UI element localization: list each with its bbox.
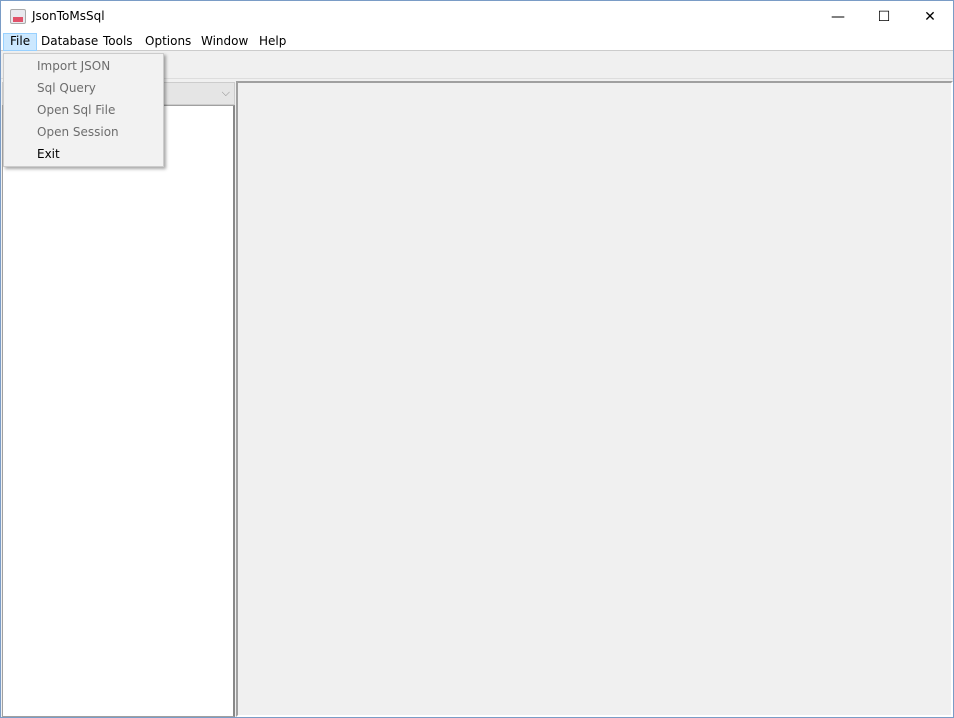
menu-item-open-session[interactable]: Open Session: [4, 121, 163, 143]
menu-tools[interactable]: Tools: [97, 33, 139, 51]
maximize-button[interactable]: ☐: [861, 1, 907, 32]
menu-item-sql-query[interactable]: Sql Query: [4, 77, 163, 99]
object-tree-panel[interactable]: [2, 105, 235, 717]
window-title: JsonToMsSql: [32, 9, 105, 23]
chevron-down-icon[interactable]: ⌵: [222, 86, 230, 100]
menu-bar: File Database Tools Options Window Help: [1, 32, 953, 51]
close-button[interactable]: ✕: [907, 1, 953, 32]
menu-window[interactable]: Window: [195, 33, 254, 51]
minimize-button[interactable]: —: [815, 1, 861, 32]
menu-file[interactable]: File: [3, 33, 38, 51]
menu-database[interactable]: Database: [35, 33, 104, 51]
menu-options[interactable]: Options: [139, 33, 197, 51]
mdi-workspace: [236, 81, 953, 717]
menu-help[interactable]: Help: [253, 33, 292, 51]
menu-item-open-sql-file[interactable]: Open Sql File: [4, 99, 163, 121]
file-menu-dropdown: Import JSON Sql Query Open Sql File Open…: [3, 53, 164, 167]
title-bar: JsonToMsSql — ☐ ✕: [1, 1, 953, 32]
menu-item-import-json[interactable]: Import JSON: [4, 55, 163, 77]
menu-item-exit[interactable]: Exit: [4, 143, 163, 165]
app-icon: [10, 9, 26, 24]
